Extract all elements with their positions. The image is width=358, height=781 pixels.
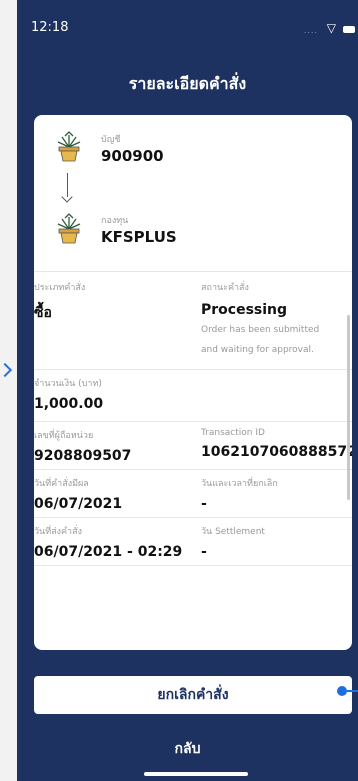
cancel-time-label: วันและเวลาที่ยกเลิก xyxy=(201,479,278,489)
order-type-label: ประเภทคำสั่ง xyxy=(34,283,86,293)
fund-label: กองทุน xyxy=(101,216,129,226)
order-status-label: สถานะคำสั่ง xyxy=(201,283,249,293)
back-button[interactable]: กลับ xyxy=(17,738,358,760)
settlement-value: - xyxy=(201,544,207,560)
order-type-value: ซื้อ xyxy=(34,305,52,321)
order-status-value: Processing xyxy=(201,302,288,318)
cancel-order-button[interactable]: ยกเลิกคำสั่ง xyxy=(34,676,352,714)
transaction-id-value: 1062107060888572 xyxy=(201,444,352,460)
signal-icon: .... xyxy=(303,26,318,35)
plant-pot-icon xyxy=(54,129,84,163)
plant-pot-icon xyxy=(54,211,84,245)
effective-date-label: วันที่คำสั่งมีผล xyxy=(34,479,89,489)
order-detail-card: บัญชี 900900 กองทุน KFSPLUS ประเภทคำสั่ง… xyxy=(34,115,352,650)
amount-label: จำนวนเงิน (บาท) xyxy=(34,379,102,389)
status-time: 12:18 xyxy=(31,20,69,35)
amount-value: 1,000.00 xyxy=(34,396,104,412)
chevron-right-icon xyxy=(0,362,13,378)
pointer-line xyxy=(347,690,358,692)
account-number: 900900 xyxy=(101,147,164,165)
cancel-time-value: - xyxy=(201,496,207,512)
page-title: รายละเอียดคำสั่ง xyxy=(128,74,247,93)
home-indicator[interactable] xyxy=(144,772,248,776)
pointer-dot xyxy=(337,686,347,696)
wifi-icon: ▽ xyxy=(326,21,336,35)
effective-date-row: วันที่คำสั่งมีผล 06/07/2021 วันและเวลาที… xyxy=(34,469,352,518)
arrow-down-head xyxy=(61,191,73,203)
battery-icon xyxy=(343,26,355,33)
order-type-row: ประเภทคำสั่ง ซื้อ สถานะคำสั่ง Processing… xyxy=(34,271,352,370)
sent-date-label: วันที่ส่งคำสั่ง xyxy=(34,527,82,537)
transaction-id-label: Transaction ID xyxy=(201,428,265,438)
fund-code: KFSPLUS xyxy=(101,228,177,246)
sent-date-row: วันที่ส่งคำสั่ง 06/07/2021 - 02:29 วัน S… xyxy=(34,517,352,566)
sent-date-value: 06/07/2021 - 02:29 xyxy=(34,544,183,560)
status-bar: 12:18 .... ▽ xyxy=(17,20,358,42)
app-screen: 12:18 .... ▽ รายละเอียดคำสั่ง บัญชี 9009… xyxy=(17,0,358,781)
next-row-partial xyxy=(34,565,352,650)
unitholder-label: เลขที่ผู้ถือหน่วย xyxy=(34,431,94,441)
order-status-note: Order has been submitted and waiting for… xyxy=(201,325,320,355)
unitholder-row: เลขที่ผู้ถือหน่วย 9208809507 Transaction… xyxy=(34,421,352,470)
settlement-label: วัน Settlement xyxy=(201,527,265,537)
effective-date-value: 06/07/2021 xyxy=(34,496,123,512)
scrollbar[interactable] xyxy=(347,315,350,500)
account-label: บัญชี xyxy=(101,135,121,145)
unitholder-value: 9208809507 xyxy=(34,448,132,464)
amount-row: จำนวนเงิน (บาท) 1,000.00 xyxy=(34,369,352,422)
account-section: บัญชี 900900 กองทุน KFSPLUS xyxy=(34,115,352,271)
